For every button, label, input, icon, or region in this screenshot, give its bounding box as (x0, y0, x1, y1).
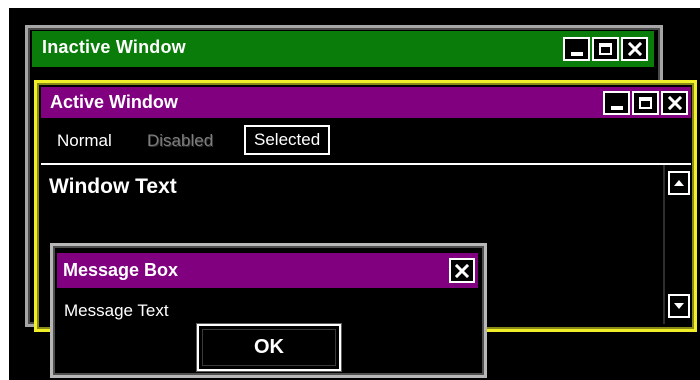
menu-item-normal[interactable]: Normal (57, 131, 112, 151)
active-window-title: Active Window (50, 92, 178, 112)
menu-item-selected[interactable]: Selected (244, 125, 331, 155)
maximize-icon (639, 97, 652, 109)
active-window-titlebar[interactable]: Active Window (41, 87, 691, 118)
message-box-title: Message Box (63, 260, 179, 280)
message-box-titlebar[interactable]: Message Box (57, 253, 478, 288)
message-box[interactable]: Message Box Message Text OK (50, 243, 487, 378)
message-text: Message Text (64, 301, 169, 320)
active-maximize-button[interactable] (632, 91, 659, 115)
inactive-window-titlebar[interactable]: Inactive Window (32, 31, 654, 67)
menu-bar: Normal Disabled Selected (41, 121, 691, 161)
menu-item-disabled: Disabled (147, 131, 214, 150)
inactive-minimize-button[interactable] (563, 37, 590, 61)
ok-button[interactable]: OK (196, 323, 342, 372)
scroll-up-button[interactable] (668, 171, 690, 195)
window-text: Window Text (49, 175, 177, 198)
minimize-icon (570, 52, 583, 56)
vertical-scrollbar[interactable] (663, 165, 691, 324)
scroll-up-arrow-icon (674, 180, 684, 186)
scroll-down-arrow-icon (674, 303, 684, 309)
inactive-close-button[interactable] (621, 37, 648, 61)
minimize-icon (610, 106, 623, 110)
active-close-button[interactable] (661, 91, 688, 115)
maximize-icon (599, 43, 612, 55)
scroll-down-button[interactable] (668, 294, 690, 318)
close-icon (667, 96, 682, 110)
inactive-maximize-button[interactable] (592, 37, 619, 61)
close-icon (455, 263, 469, 278)
close-icon (627, 42, 642, 56)
active-minimize-button[interactable] (603, 91, 630, 115)
desktop-background: Inactive Window Active Window Normal Dis… (9, 8, 700, 380)
inactive-window-title: Inactive Window (42, 37, 186, 57)
message-box-close-button[interactable] (449, 258, 475, 283)
